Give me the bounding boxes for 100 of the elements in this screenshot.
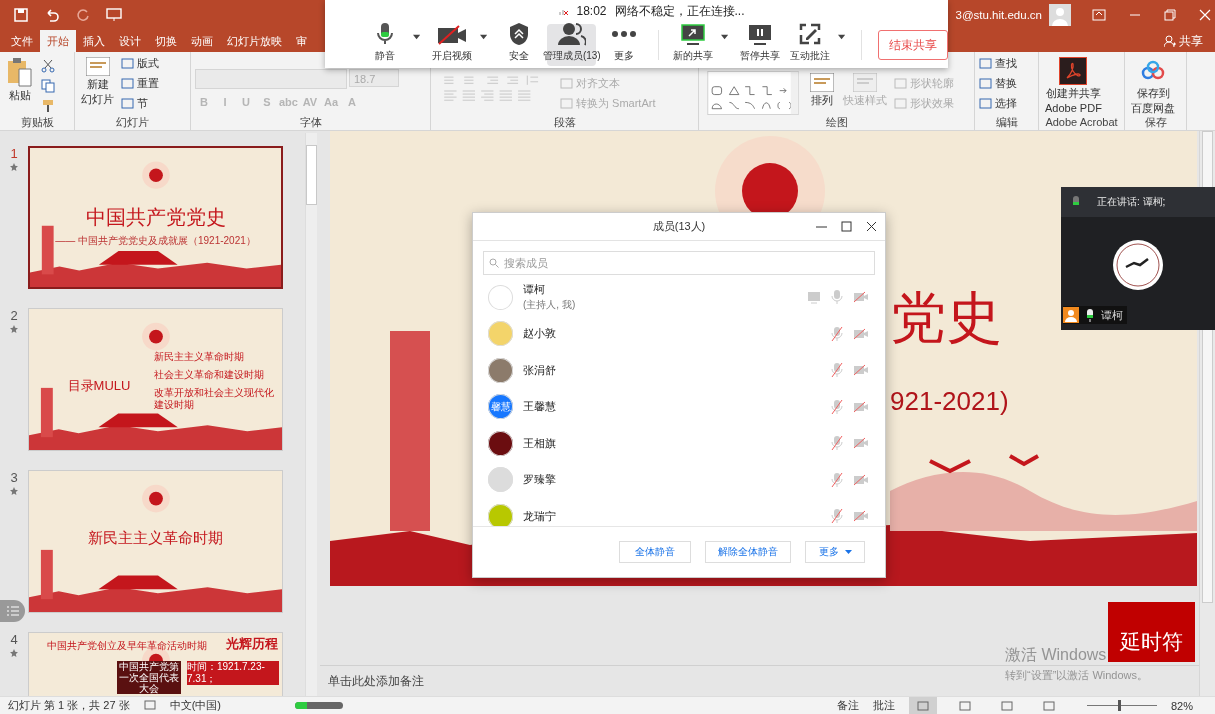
- ribbon-tab[interactable]: 文件: [4, 30, 40, 52]
- ribbon-button[interactable]: 排列: [808, 71, 836, 109]
- ribbon-button[interactable]: 重置: [121, 75, 159, 92]
- ribbon-button[interactable]: 创建并共享 Adobe PDF: [1043, 55, 1104, 117]
- slide-number: 2: [10, 308, 18, 323]
- contents-item: 改革开放和社会主义现代化建设时期: [154, 387, 275, 411]
- camera-off-icon[interactable]: [853, 364, 869, 377]
- group-label: 字体: [298, 115, 323, 130]
- toolbar-button[interactable]: 静音: [363, 24, 407, 66]
- save-icon[interactable]: [14, 8, 28, 22]
- group-label: 绘图: [824, 115, 849, 130]
- camera-off-icon[interactable]: [853, 437, 869, 450]
- muted-mic-icon[interactable]: [831, 508, 843, 525]
- toolbar-button[interactable]: 安全: [497, 24, 542, 66]
- camera-off-icon[interactable]: [853, 400, 869, 413]
- toolbar-button[interactable]: 开启视频: [430, 24, 475, 66]
- toolbar-button[interactable]: 互动批注: [788, 24, 833, 66]
- dialog-button[interactable]: 解除全体静音: [705, 541, 791, 563]
- ribbon-tab[interactable]: 幻灯片放映: [220, 30, 289, 52]
- scrollbar[interactable]: [305, 133, 317, 696]
- muted-mic-icon[interactable]: [831, 362, 843, 379]
- member-role: (主持人, 我): [523, 298, 576, 313]
- muted-mic-icon[interactable]: [831, 325, 843, 342]
- group-label: 剪贴板: [19, 115, 55, 130]
- list-icon: [6, 606, 19, 616]
- muted-mic-icon[interactable]: [831, 435, 843, 452]
- close-icon[interactable]: [866, 221, 877, 232]
- caret-icon[interactable]: [838, 34, 846, 40]
- network-status: 网络不稳定，正在连接...: [614, 2, 745, 20]
- toolbar-button[interactable]: 更多: [602, 24, 647, 66]
- more-button[interactable]: 更多: [805, 541, 865, 563]
- font-name-field[interactable]: [195, 69, 347, 89]
- slide-thumbnail[interactable]: 目录MULU 新民主主义革命时期 社会主义革命和建设时期 改革开放和社会主义现代化建设时期: [28, 308, 283, 451]
- slide-title: 中国共产党创立及早年革命活动时期: [47, 639, 207, 653]
- group-label: 编辑: [994, 115, 1019, 130]
- ribbon-button[interactable]: 查找: [979, 55, 1017, 72]
- search-field[interactable]: 搜索成员: [483, 251, 875, 275]
- camera-off-icon[interactable]: [853, 473, 869, 486]
- ribbon-button[interactable]: 节: [121, 95, 159, 112]
- outline-toggle-button[interactable]: [0, 600, 25, 622]
- view-icon: [916, 700, 929, 711]
- contents-item: 社会主义革命和建设时期: [154, 369, 265, 381]
- caret-icon[interactable]: [413, 34, 421, 40]
- zoom-thumb[interactable]: [1118, 700, 1122, 711]
- maximize-icon[interactable]: [841, 221, 852, 232]
- ribbon-tab[interactable]: 动画: [184, 30, 220, 52]
- muted-mic-icon[interactable]: [831, 398, 843, 415]
- slide-title: 新民主主义革命时期: [87, 529, 224, 548]
- ribbon-tab[interactable]: 开始: [40, 30, 76, 52]
- view-button[interactable]: [908, 697, 937, 714]
- camera-off-icon[interactable]: [853, 510, 869, 523]
- ribbon-tab[interactable]: 设计: [112, 30, 148, 52]
- redo-icon[interactable]: [76, 8, 90, 22]
- toolbar-button[interactable]: 暂停共享: [738, 24, 783, 66]
- caret-icon[interactable]: [721, 34, 729, 40]
- slide-thumbnail[interactable]: 中国共产党创立及早年革命活动时期 光辉历程 中国共产党第一次全国代表大会 时间：1921.7.23-7.31；: [28, 632, 283, 696]
- tool-icon: [121, 97, 134, 110]
- muted-mic-icon[interactable]: [831, 471, 843, 488]
- slide-counter: 幻灯片 第 1 张，共 27 张: [8, 698, 130, 713]
- star-icon: [10, 649, 18, 657]
- ribbon-button[interactable]: 保存到 百度网盘: [1129, 55, 1177, 117]
- slide-icon: [810, 73, 834, 92]
- member-name: 谭柯: [523, 282, 546, 298]
- ribbon-button[interactable]: 新建 幻灯片: [79, 55, 116, 108]
- camera-off-icon[interactable]: [853, 327, 869, 340]
- notes-placeholder[interactable]: 单击此处添加备注: [328, 672, 424, 690]
- toolbar-button[interactable]: 新的共享: [671, 24, 716, 66]
- comments-button[interactable]: 批注: [872, 698, 895, 713]
- slide-thumbnail[interactable]: 中国共产党党史 —— 中国共产党党史及成就展（1921-2021）: [28, 146, 283, 289]
- share-button[interactable]: 共享: [1164, 30, 1203, 52]
- end-share-button[interactable]: 结束共享: [878, 30, 948, 60]
- slide-thumbnail[interactable]: 新民主主义革命时期: [28, 470, 283, 613]
- restore-icon[interactable]: [1164, 9, 1176, 21]
- zoom-level[interactable]: 82%: [1170, 699, 1193, 712]
- notes-button[interactable]: 备注: [836, 698, 859, 713]
- ribbon-button[interactable]: 选择: [979, 95, 1017, 112]
- slideshow-icon[interactable]: [106, 8, 122, 22]
- ribbon-tab[interactable]: 切换: [148, 30, 184, 52]
- camera-off-icon[interactable]: [853, 291, 869, 304]
- language-label[interactable]: 中文(中国): [169, 698, 221, 713]
- microphone-icon[interactable]: [831, 289, 843, 306]
- ribbon-display-icon[interactable]: [1092, 9, 1106, 21]
- format-painter-icon[interactable]: [41, 99, 55, 113]
- microphone-icon: [1085, 308, 1095, 322]
- group-label: 幻灯片: [115, 115, 150, 130]
- caret-icon[interactable]: [480, 34, 488, 40]
- ribbon-button[interactable]: 替换: [979, 75, 1017, 92]
- copy-icon[interactable]: [41, 79, 55, 93]
- undo-icon[interactable]: [44, 8, 60, 22]
- activation-hint: 转到“设置”以激活 Windows。: [1005, 668, 1148, 683]
- ribbon-button[interactable]: 粘贴: [4, 55, 36, 104]
- slide-number: 1: [10, 146, 18, 161]
- tool-icon: [979, 97, 992, 110]
- dialog-button[interactable]: 全体静音: [619, 541, 691, 563]
- scissors-icon[interactable]: [41, 59, 55, 73]
- slide-number: 4: [10, 632, 18, 647]
- ribbon-tab[interactable]: 审: [289, 30, 314, 52]
- ribbon-tab[interactable]: 插入: [76, 30, 112, 52]
- ribbon-button[interactable]: 版式: [121, 55, 159, 72]
- avatar: 馨慧: [488, 394, 513, 420]
